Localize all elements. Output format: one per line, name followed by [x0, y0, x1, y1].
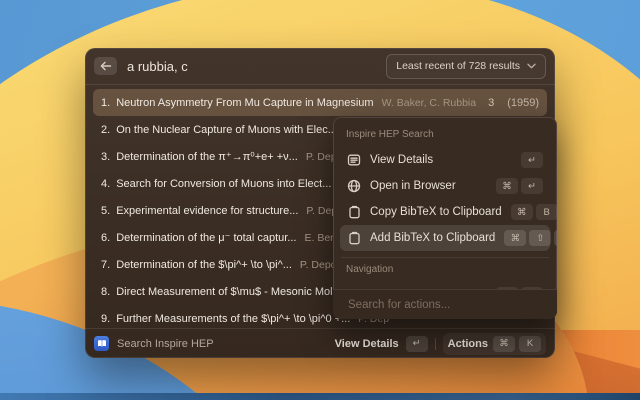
result-index: 2. — [101, 124, 110, 136]
result-title: Determination of the π⁺→π⁰+e+ +ν... — [116, 150, 298, 163]
shortcut-key: ⌘ — [511, 204, 533, 220]
menu-item-label: View Details — [370, 154, 433, 166]
menu-item[interactable]: Open in Browser ⌘↵ — [340, 173, 550, 199]
inspire-hep-app-icon — [94, 336, 109, 351]
shortcut-key: B — [554, 230, 557, 246]
search-header: a rubbia, c Least recent of 728 results — [85, 48, 555, 84]
actions-search-bar — [333, 289, 557, 319]
result-title: Determination of the μ⁻ total captur... — [116, 231, 296, 244]
menu-item[interactable]: Add BibTeX to Clipboard ⌘⇧B — [340, 225, 550, 251]
result-title: Determination of the $\pi^+ \to \pi^... — [116, 259, 292, 271]
menu-item[interactable]: Copy BibTeX to Clipboard ⌘B — [340, 199, 550, 225]
menu-item-label: Add BibTeX to Clipboard — [370, 232, 495, 244]
shortcut-key: B — [536, 204, 557, 220]
shortcut-key: ↵ — [521, 178, 543, 194]
menu-divider — [341, 257, 549, 258]
actions-label: Actions — [448, 338, 488, 350]
result-title: Neutron Asymmetry From Mu Capture in Mag… — [116, 97, 373, 109]
result-row[interactable]: 1. Neutron Asymmetry From Mu Capture in … — [93, 89, 547, 116]
shortcut-key: ⌘ — [493, 336, 515, 352]
menu-section-label: Inspire HEP Search — [346, 129, 544, 140]
back-button[interactable] — [94, 57, 117, 75]
arrow-left-icon — [100, 61, 112, 71]
result-title: Further Measurements of the $\pi^+ \to \… — [116, 313, 350, 325]
result-authors: W. Baker, C. Rubbia — [382, 97, 477, 109]
result-index: 9. — [101, 313, 110, 325]
result-index: 5. — [101, 205, 110, 217]
shortcut-key: K — [519, 336, 541, 352]
shortcut-key: ⌘ — [496, 178, 518, 194]
menu-item-icon — [347, 205, 361, 219]
actions-shortcut-keys: ⌘K — [493, 336, 541, 352]
result-index: 1. — [101, 97, 110, 109]
result-meta: 3 (1959) — [488, 97, 539, 109]
result-index: 4. — [101, 178, 110, 190]
result-index: 6. — [101, 232, 110, 244]
actions-search-input[interactable] — [346, 298, 544, 312]
result-index: 7. — [101, 259, 110, 271]
menu-item-shortcut: ⌘↵ — [496, 178, 543, 194]
menu-item-shortcut: ⌘⇧B — [504, 230, 557, 246]
result-index: 8. — [101, 286, 110, 298]
menu-item-icon — [347, 179, 361, 193]
result-title: On the Nuclear Capture of Muons with Ele… — [116, 124, 337, 136]
results-sort-dropdown[interactable]: Least recent of 728 results — [386, 54, 546, 79]
menu-item-icon — [347, 231, 361, 245]
search-input[interactable]: a rubbia, c — [127, 59, 188, 74]
menu-items: View Details ↵ Open in Browser ⌘↵ Copy B… — [340, 147, 550, 251]
result-title: Direct Measurement of $\mu$ - Mesonic Mo… — [116, 286, 362, 298]
footer-divider — [435, 338, 436, 350]
menu-item[interactable]: View Details ↵ — [340, 147, 550, 173]
menu-item-icon — [347, 153, 361, 167]
result-citation-count: 3 — [488, 97, 494, 109]
window-footer: Search Inspire HEP View Details ↵ Action… — [85, 328, 555, 358]
chevron-down-icon — [527, 63, 536, 69]
result-title: Search for Conversion of Muons into Elec… — [116, 178, 331, 190]
result-index: 3. — [101, 151, 110, 163]
menu-item-shortcut: ↵ — [521, 152, 543, 168]
result-title: Experimental evidence for structure... — [116, 205, 298, 217]
result-year: (1959) — [507, 97, 539, 109]
command-name: Search Inspire HEP — [117, 338, 214, 350]
menu-item-shortcut: ⌘B — [511, 204, 557, 220]
wallpaper-bottom-strip — [0, 393, 640, 400]
shortcut-key: ⇧ — [529, 230, 551, 246]
actions-button[interactable]: Actions ⌘K — [443, 333, 546, 355]
footer-actions: View Details ↵ Actions ⌘K — [335, 333, 546, 355]
primary-action-label[interactable]: View Details — [335, 338, 399, 350]
shortcut-key: ↵ — [521, 152, 543, 168]
menu-item-label: Open in Browser — [370, 180, 456, 192]
dropdown-label: Least recent of 728 results — [396, 60, 520, 72]
menu-section-label: Navigation — [346, 264, 544, 275]
menu-item-label: Copy BibTeX to Clipboard — [370, 206, 502, 218]
actions-menu: Inspire HEP Search View Details ↵ Open i… — [333, 117, 557, 319]
shortcut-key: ⌘ — [504, 230, 526, 246]
return-key-badge: ↵ — [406, 336, 428, 352]
